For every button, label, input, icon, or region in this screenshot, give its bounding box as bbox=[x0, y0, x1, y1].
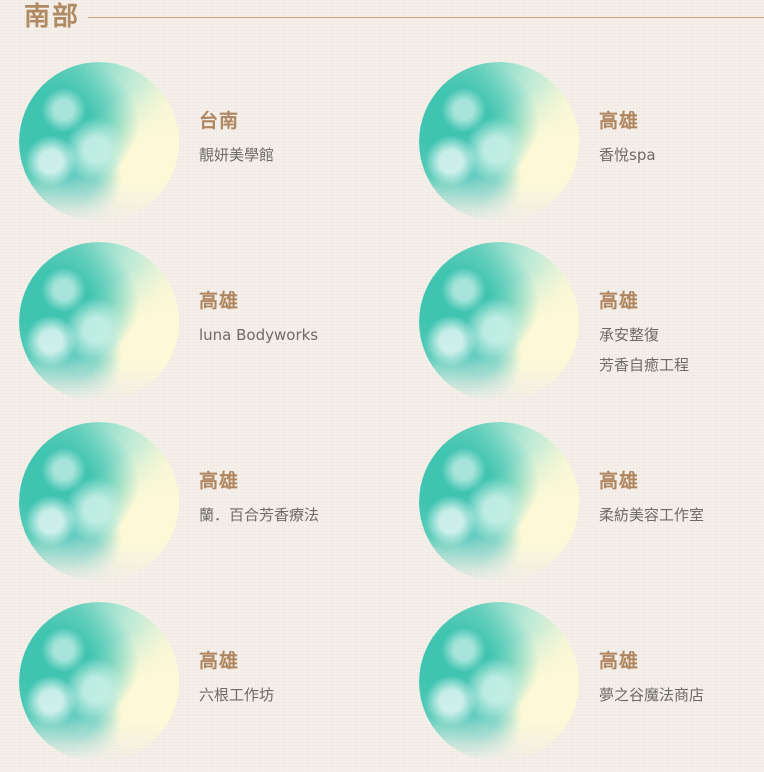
shop-name-line: 承安整復 bbox=[599, 326, 660, 344]
shop-watercolor-image bbox=[419, 62, 579, 222]
shop-name-link[interactable]: 夢之谷魔法商店 bbox=[599, 680, 704, 710]
shop-city: 高雄 bbox=[599, 650, 640, 672]
shop-card: 高雄 香悅spa bbox=[400, 62, 764, 232]
shop-watercolor-image bbox=[419, 242, 579, 402]
shop-name-line: 柔紡美容工作室 bbox=[599, 506, 705, 524]
shop-watercolor-image bbox=[19, 62, 179, 222]
shop-city: 高雄 bbox=[599, 470, 640, 492]
section-title: 南部 bbox=[24, 2, 81, 32]
shop-card: 台南 靚妍美學館 bbox=[0, 62, 380, 232]
shop-name-link[interactable]: 柔紡美容工作室 bbox=[599, 500, 704, 530]
shop-card: 高雄 六根工作坊 bbox=[0, 602, 380, 772]
shop-card: 高雄 luna Bodyworks bbox=[0, 242, 380, 412]
shop-name-link[interactable]: 靚妍美學館 bbox=[199, 140, 274, 170]
shop-name-link[interactable]: 蘭．百合芳香療法 bbox=[199, 500, 319, 530]
shop-card: 高雄 承安整復 芳香自癒工程 bbox=[400, 242, 764, 412]
shop-name-line: 六根工作坊 bbox=[199, 686, 275, 704]
shop-name-link[interactable]: 承安整復 芳香自癒工程 bbox=[599, 320, 689, 380]
shop-name-line: 靚妍美學館 bbox=[199, 146, 275, 164]
shop-watercolor-image bbox=[419, 602, 579, 762]
shop-city: 高雄 bbox=[199, 290, 240, 312]
shop-name-link[interactable]: luna Bodyworks bbox=[199, 320, 318, 350]
shop-city: 高雄 bbox=[199, 470, 240, 492]
shop-city: 台南 bbox=[199, 110, 240, 132]
shop-city: 高雄 bbox=[199, 650, 240, 672]
section-header: 南部 bbox=[0, 0, 764, 36]
shop-name-line: 香悅spa bbox=[599, 146, 656, 164]
shop-name-link[interactable]: 香悅spa bbox=[599, 140, 656, 170]
shop-watercolor-image bbox=[19, 242, 179, 402]
shop-card: 高雄 夢之谷魔法商店 bbox=[400, 602, 764, 772]
shop-name-line: 夢之谷魔法商店 bbox=[599, 686, 705, 704]
shop-card: 高雄 蘭．百合芳香療法 bbox=[0, 422, 380, 592]
shop-watercolor-image bbox=[419, 422, 579, 582]
shop-watercolor-image bbox=[19, 422, 179, 582]
section-divider bbox=[88, 17, 764, 18]
shop-name-line: luna Bodyworks bbox=[199, 326, 319, 344]
shop-name-link[interactable]: 六根工作坊 bbox=[199, 680, 274, 710]
shop-name-line: 芳香自癒工程 bbox=[599, 356, 690, 374]
shop-name-line: 蘭．百合芳香療法 bbox=[199, 506, 320, 524]
shop-watercolor-image bbox=[19, 602, 179, 762]
shop-city: 高雄 bbox=[599, 290, 640, 312]
shop-city: 高雄 bbox=[599, 110, 640, 132]
shop-card: 高雄 柔紡美容工作室 bbox=[400, 422, 764, 592]
